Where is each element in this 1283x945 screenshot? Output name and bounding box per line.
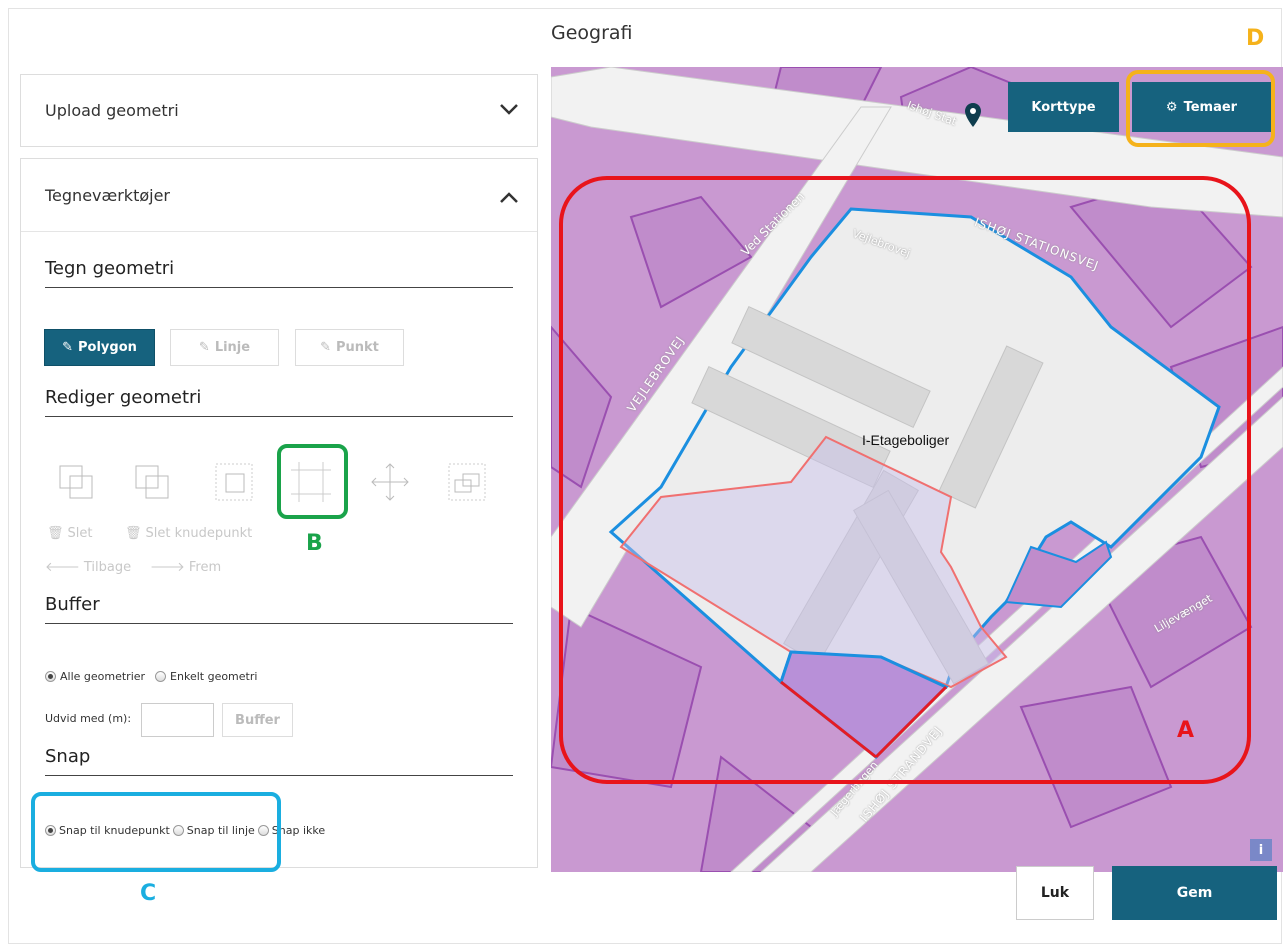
drawing-tools-header[interactable]: Tegneværktøjer [21,159,537,232]
buffer-distance-input[interactable] [141,703,214,737]
annotation-box-b [277,444,348,519]
annotation-label-a: A [1177,718,1195,743]
edit-geometry-title: Rediger geometri [45,387,513,417]
pencil-icon: ✎ [198,340,210,355]
upload-geometry-label: Upload geometri [45,101,179,120]
annotation-box-d [1126,70,1275,147]
trash-icon: 🗑 [125,526,142,541]
difference-tool-icon[interactable] [132,462,172,502]
annotation-box-c [31,792,281,872]
intersect-tool-icon[interactable] [214,462,254,502]
chevron-down-icon[interactable] [499,103,519,115]
polygon-button[interactable]: ✎ Polygon [44,329,155,366]
info-button[interactable]: i [1250,839,1272,861]
annotation-box-a [559,176,1251,784]
buffer-all-label: Alle geometrier [60,670,146,683]
close-button[interactable]: Luk [1016,866,1094,920]
split-tool-icon[interactable] [447,462,487,502]
annotation-label-d: D [1246,26,1265,51]
delete-button[interactable]: 🗑 Slet [47,526,92,541]
pencil-icon: ✎ [320,340,331,355]
upload-geometry-panel[interactable]: Upload geometri [20,74,538,147]
drawing-tools-label: Tegneværktøjer [45,185,170,205]
undo-button[interactable]: 🡐 Tilbage [45,559,131,576]
pencil-icon: ✎ [62,340,73,355]
annotation-label-c: C [140,881,157,906]
buffer-title: Buffer [45,594,513,624]
trash-icon: 🗑 [47,526,64,541]
buffer-button[interactable]: Buffer [222,703,293,737]
save-button[interactable]: Gem [1112,866,1277,920]
buffer-single-label: Enkelt geometri [170,670,258,683]
buffer-expand-label: Udvid med (m): [45,712,132,725]
chevron-up-icon[interactable] [499,192,519,204]
buffer-all-radio[interactable] [45,671,56,682]
back-arrow-icon: 🡐 [45,560,80,575]
buffer-single-radio[interactable] [155,671,167,682]
map-pin-icon[interactable] [965,103,981,127]
annotation-label-b: B [306,531,323,556]
draw-geometry-title: Tegn geometri [45,258,513,288]
union-tool-icon[interactable] [56,462,96,502]
point-button[interactable]: ✎ Punkt [295,329,404,366]
delete-node-button[interactable]: 🗑 Slet knudepunkt [125,526,252,541]
redo-button[interactable]: 🡒 Frem [150,559,221,576]
snap-title: Snap [45,746,513,776]
maptype-button[interactable]: Korttype [1008,82,1119,132]
dialog-title: Geografi [551,22,633,44]
move-tool-icon[interactable] [370,462,410,502]
line-button[interactable]: ✎ Linje [170,329,279,366]
forward-arrow-icon: 🡒 [150,560,185,575]
